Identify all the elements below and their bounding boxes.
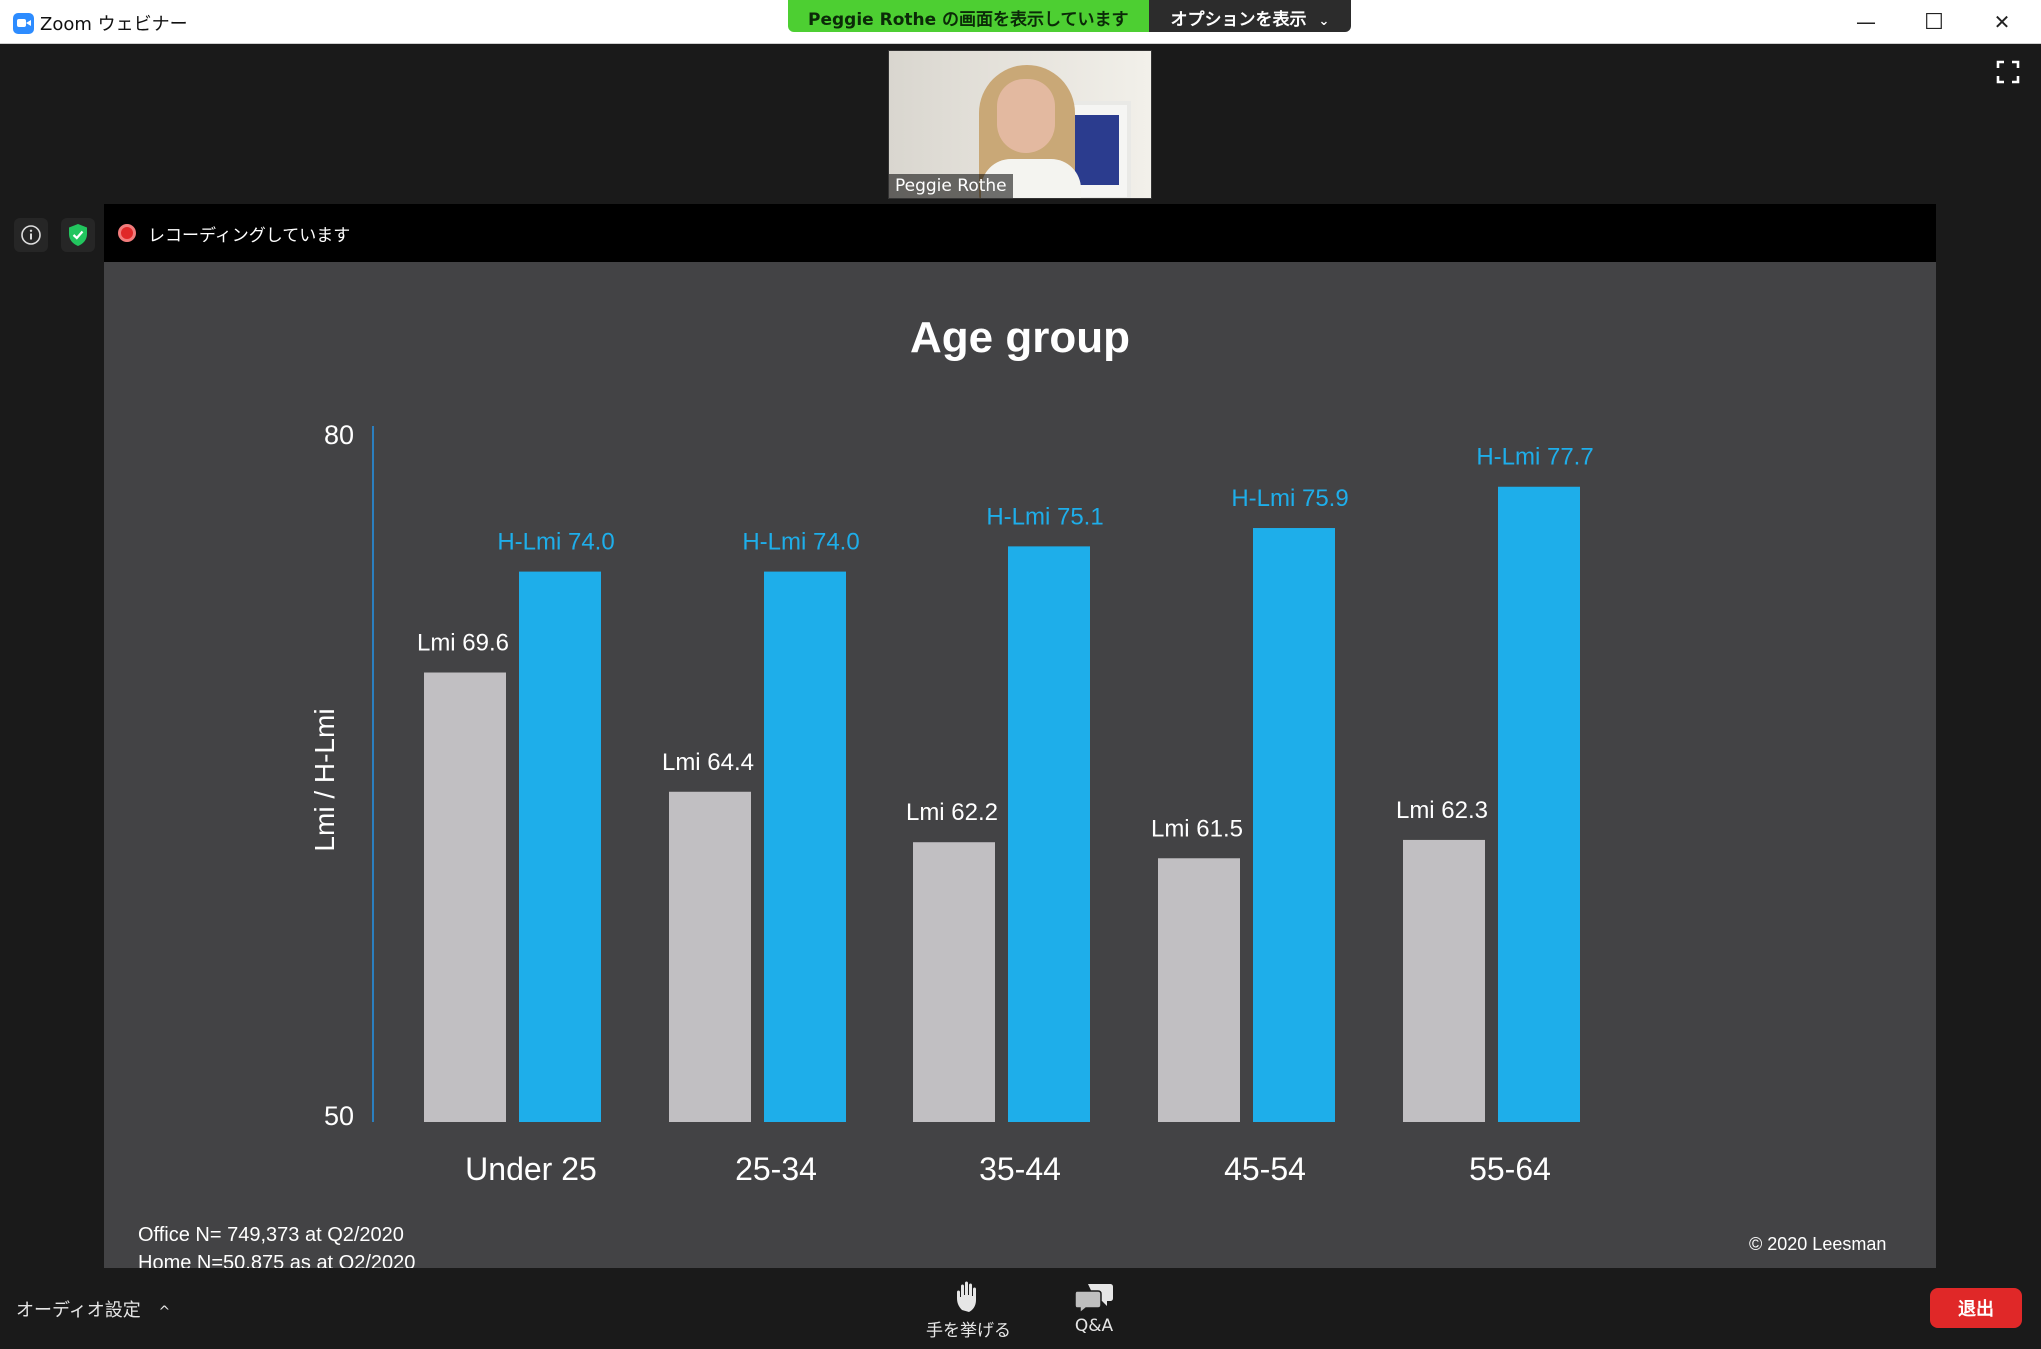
security-button[interactable]: [61, 218, 95, 252]
data-label-lmi: Lmi 62.2: [906, 799, 998, 826]
info-icon: [21, 225, 41, 245]
bar-lmi: [1158, 858, 1240, 1122]
bar-hlmi: [764, 571, 846, 1122]
qa-label: Q&A: [1074, 1316, 1114, 1336]
x-tick-label: Under 25: [465, 1151, 597, 1187]
copyright: © 2020 Leesman: [1749, 1234, 1887, 1254]
chevron-up-icon: ^: [158, 1304, 171, 1320]
title-bar: Zoom ウェビナー Peggie Rothe の画面を表示しています オプショ…: [0, 0, 2041, 44]
recording-bar: レコーディングしています: [104, 204, 1936, 262]
view-options-label: オプションを表示: [1170, 10, 1307, 30]
age-group-chart: Age group 80 50 Lmi / H-Lmi Lmi 69.6 H-Lmi 74…: [309, 313, 1594, 1187]
raise-hand-label: 手を挙げる: [926, 1321, 1011, 1341]
minimize-button[interactable]: —: [1832, 0, 1900, 44]
bar-lmi: [424, 672, 506, 1122]
footnote-home: Home N=50,875 as at Q2/2020: [138, 1252, 416, 1268]
x-tick-label: 45-54: [1224, 1151, 1306, 1187]
x-tick-label: 55-64: [1469, 1151, 1551, 1187]
speaker-video-tile[interactable]: Peggie Rothe: [888, 50, 1152, 199]
recording-status: レコーディングしています: [148, 226, 351, 246]
data-label-hlmi: H-Lmi 75.9: [1231, 485, 1348, 512]
bar-hlmi: [519, 571, 601, 1122]
data-label-hlmi: H-Lmi 74.0: [497, 529, 614, 556]
window-title: Zoom ウェビナー: [40, 14, 188, 35]
bar-lmi: [1403, 839, 1485, 1122]
maximize-button[interactable]: ☐: [1900, 0, 1968, 44]
shield-check-icon: [69, 224, 87, 246]
audio-settings-button[interactable]: オーディオ設定 ^: [16, 1296, 170, 1322]
bar-hlmi: [1253, 528, 1335, 1122]
share-banner: Peggie Rothe の画面を表示しています オプションを表示 ⌄: [788, 0, 1352, 32]
y-tick-label: 50: [324, 1101, 354, 1131]
bar-hlmi: [1008, 546, 1090, 1122]
data-label-hlmi: H-Lmi 75.1: [986, 503, 1103, 530]
bottom-toolbar: オーディオ設定 ^ 手を挙げる Q&A 退出: [0, 1268, 2041, 1349]
x-tick-label: 25-34: [735, 1151, 817, 1187]
recording-icon: [118, 224, 136, 242]
footnote-office: Office N= 749,373 at Q2/2020: [138, 1224, 404, 1246]
bar-lmi: [669, 791, 751, 1122]
bar-lmi: [913, 842, 995, 1122]
meeting-info-button[interactable]: [14, 218, 48, 252]
y-tick-label: 80: [324, 420, 354, 450]
chevron-down-icon: ⌄: [1318, 14, 1330, 29]
share-banner-text: Peggie Rothe の画面を表示しています: [788, 0, 1149, 32]
participant-name: Peggie Rothe: [889, 174, 1013, 198]
zoom-logo-icon: [13, 13, 34, 34]
audio-settings-label: オーディオ設定: [16, 1300, 141, 1321]
shared-screen: Age group 80 50 Lmi / H-Lmi Lmi 69.6 H-Lmi 74…: [104, 262, 1936, 1268]
data-label-hlmi: H-Lmi 77.7: [1476, 444, 1593, 471]
data-label-lmi: Lmi 61.5: [1151, 815, 1243, 842]
speaker-face: [997, 79, 1055, 153]
y-axis-label: Lmi / H-Lmi: [309, 708, 340, 851]
chart-title: Age group: [910, 313, 1130, 362]
fullscreen-icon[interactable]: [1996, 60, 2020, 84]
data-label-lmi: Lmi 64.4: [662, 749, 754, 776]
close-button[interactable]: ✕: [1968, 0, 2036, 44]
data-label-lmi: Lmi 69.6: [417, 630, 509, 657]
data-label-hlmi: H-Lmi 74.0: [742, 529, 859, 556]
leave-button[interactable]: 退出: [1930, 1288, 2022, 1328]
view-options-button[interactable]: オプションを表示 ⌄: [1148, 0, 1352, 32]
hand-icon: [956, 1281, 976, 1312]
data-label-lmi: Lmi 62.3: [1396, 797, 1488, 824]
qa-button[interactable]: Q&A: [1074, 1278, 1114, 1336]
qa-chat-icon: [1074, 1284, 1113, 1314]
x-tick-label: 35-44: [979, 1151, 1061, 1187]
bar-hlmi: [1498, 486, 1580, 1122]
raise-hand-button[interactable]: 手を挙げる: [926, 1278, 1011, 1341]
